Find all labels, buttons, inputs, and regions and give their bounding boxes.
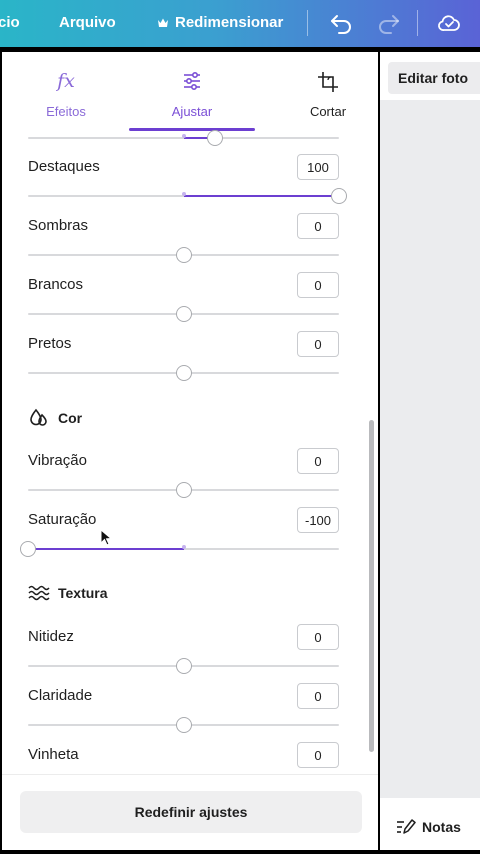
vignette-label: Vinheta: [28, 746, 79, 763]
sharpness-label: Nitidez: [28, 628, 74, 645]
panel-scrollbar[interactable]: [369, 420, 374, 752]
undo-icon[interactable]: [329, 11, 353, 35]
vibrance-slider[interactable]: [28, 482, 339, 498]
active-tab-indicator: [129, 128, 255, 131]
vibrance-label: Vibração: [28, 452, 87, 469]
clarity-label: Claridade: [28, 687, 93, 704]
clarity-slider[interactable]: [28, 717, 339, 733]
sharpness-slider[interactable]: [28, 658, 339, 674]
saturation-value-input[interactable]: -100: [297, 507, 339, 533]
tab-adjust-label: Ajustar: [171, 104, 213, 119]
blacks-slider[interactable]: [28, 365, 339, 381]
tab-effects-label: Efeitos: [46, 104, 86, 119]
whites-label: Brancos: [28, 276, 84, 293]
shadows-value-input[interactable]: 0: [297, 213, 339, 239]
waves-icon: [28, 585, 50, 601]
whites-value-input[interactable]: 0: [297, 272, 339, 298]
highlights-label: Destaques: [28, 158, 100, 175]
color-drops-icon: [30, 408, 47, 426]
toolbar-divider: [417, 10, 418, 36]
crop-icon: [318, 72, 338, 92]
sliders-icon: [184, 71, 200, 91]
slider-center-marker: [181, 545, 186, 549]
slider-thumb[interactable]: [175, 247, 192, 263]
notes-button[interactable]: Notas: [396, 818, 461, 836]
fx-icon: fx: [57, 70, 75, 92]
top-toolbar: cio Arquivo Redimensionar: [0, 0, 480, 47]
slider-thumb[interactable]: [175, 482, 192, 498]
reset-adjustments-button[interactable]: Redefinir ajustes: [20, 791, 362, 833]
vignette-value-input[interactable]: 0: [297, 742, 339, 768]
color-section-title: Cor: [58, 410, 83, 426]
slider-thumb[interactable]: [206, 130, 223, 146]
toolbar-divider: [307, 10, 308, 36]
shadows-label: Sombras: [28, 217, 89, 234]
tab-adjust[interactable]: Ajustar: [152, 52, 232, 132]
slider-thumb[interactable]: [175, 717, 192, 733]
slider-thumb[interactable]: [175, 306, 192, 322]
cloud-check-icon[interactable]: [437, 11, 461, 35]
panel-footer: Redefinir ajustes: [2, 774, 378, 850]
color-section-header: Cor: [28, 407, 82, 429]
resize-label: Redimensionar: [175, 14, 284, 31]
panel-tabs: fx Efeitos Ajustar Cortar: [2, 52, 378, 132]
resize-button[interactable]: Redimensionar: [157, 14, 283, 31]
highlights-slider[interactable]: [28, 188, 347, 204]
redo-icon[interactable]: [377, 11, 401, 35]
slider-center-marker: [181, 134, 186, 138]
highlights-value-input[interactable]: 100: [297, 154, 339, 180]
saturation-slider[interactable]: [20, 541, 339, 557]
slider-thumb[interactable]: [175, 365, 192, 381]
design-canvas[interactable]: [380, 100, 480, 798]
home-menu[interactable]: cio: [0, 14, 20, 31]
blacks-label: Pretos: [28, 335, 72, 352]
sharpness-value-input[interactable]: 0: [297, 624, 339, 650]
texture-section-title: Textura: [58, 585, 108, 601]
saturation-label: Saturação: [28, 511, 97, 528]
slider-track[interactable]: [28, 130, 339, 146]
adjust-panel: fx Efeitos Ajustar Cortar Destaques 100 …: [2, 52, 378, 850]
notes-label: Notas: [422, 819, 461, 835]
tab-effects[interactable]: fx Efeitos: [30, 52, 102, 132]
slider-thumb[interactable]: [331, 188, 347, 204]
notes-icon: [397, 819, 416, 834]
clarity-value-input[interactable]: 0: [297, 683, 339, 709]
shadows-slider[interactable]: [28, 247, 339, 263]
file-menu[interactable]: Arquivo: [59, 14, 116, 31]
edit-photo-button[interactable]: Editar foto: [388, 62, 480, 94]
texture-section-header: Textura: [28, 584, 108, 602]
slider-thumb[interactable]: [20, 541, 36, 557]
crown-icon: [158, 18, 168, 27]
vibrance-value-input[interactable]: 0: [297, 448, 339, 474]
blacks-value-input[interactable]: 0: [297, 331, 339, 357]
slider-fill: [183, 195, 339, 197]
editor-canvas-side: Editar foto Notas: [380, 52, 480, 850]
whites-slider[interactable]: [28, 306, 339, 322]
slider-fill: [28, 548, 184, 550]
mouse-cursor-icon: [100, 529, 113, 546]
slider-thumb[interactable]: [175, 658, 192, 674]
slider-center-marker: [181, 192, 186, 196]
tab-crop[interactable]: Cortar: [292, 52, 364, 132]
tab-crop-label: Cortar: [309, 104, 347, 119]
